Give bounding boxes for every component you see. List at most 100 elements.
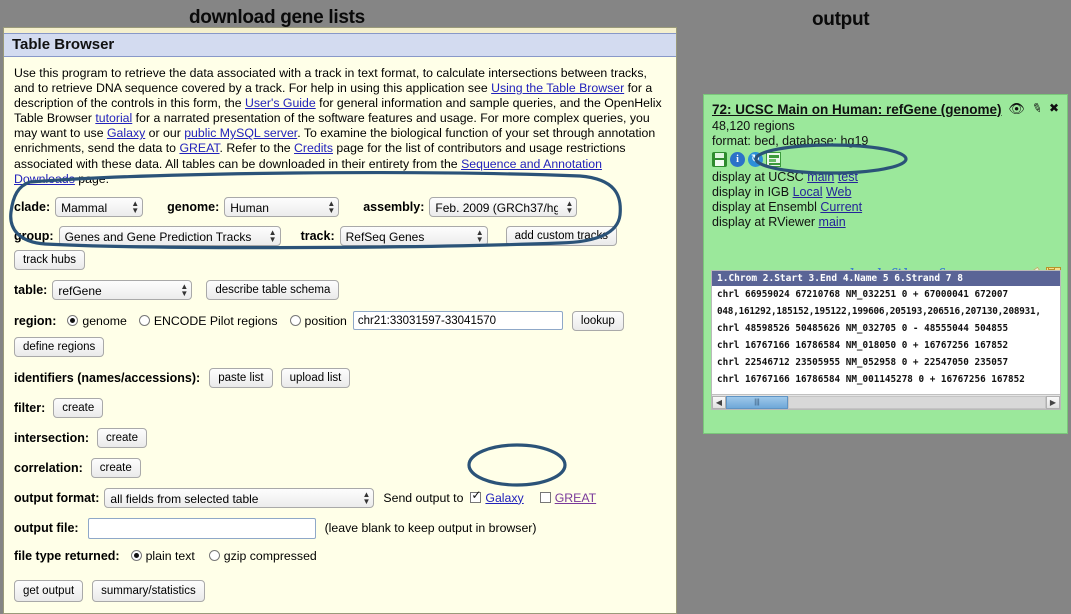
genome-select-wrap[interactable]: Human ▲▼ (224, 197, 339, 217)
table-select[interactable]: refGene (52, 280, 192, 300)
intersection-create-button[interactable]: create (97, 428, 147, 448)
track-select[interactable]: RefSeq Genes (340, 226, 488, 246)
paste-list-button[interactable]: paste list (209, 368, 272, 388)
visualize-icon[interactable] (766, 152, 781, 167)
info-icon[interactable]: i (730, 152, 745, 167)
ucsc-main-link[interactable]: main (807, 170, 834, 184)
describe-table-schema-button[interactable]: describe table schema (206, 280, 339, 300)
display-line: display at UCSC main test (712, 170, 1059, 185)
scroll-right-arrow-icon[interactable]: ▶ (1046, 396, 1060, 409)
intro-paragraph: Use this program to retrieve the data as… (14, 66, 666, 187)
dataset-peek-table: 1.Chrom 2.Start 3.End 4.Name 5 6.Strand … (711, 270, 1061, 410)
link-great[interactable]: GREAT (179, 141, 219, 155)
file-type-plain-label: plain text (146, 549, 195, 563)
upload-list-button[interactable]: upload list (281, 368, 351, 388)
dataset-action-icons: i ↻ (712, 151, 1059, 169)
scrollbar-thumb[interactable]: ||| (726, 396, 788, 409)
rviewer-main-link[interactable]: main (819, 215, 846, 229)
correlation-create-button[interactable]: create (91, 458, 141, 478)
igb-web-link[interactable]: Web (826, 185, 851, 199)
region-position-radio[interactable] (290, 315, 301, 326)
genome-label: genome: (167, 200, 219, 214)
scroll-left-arrow-icon[interactable]: ◀ (712, 396, 726, 409)
display-links: display at UCSC main test display in IGB… (712, 170, 1059, 231)
table-row: chrl 66959024 67210768 NM_032251 0 + 670… (712, 286, 1060, 303)
region-encode-radio[interactable] (139, 315, 150, 326)
eye-icon[interactable]: 👁 (1008, 102, 1025, 115)
define-regions-button[interactable]: define regions (14, 337, 104, 357)
dataset-meta: 48,120 regions format: bed, database: hg… (712, 119, 1059, 149)
send-to-galaxy-link[interactable]: Galaxy (485, 491, 523, 505)
assembly-select-wrap[interactable]: Feb. 2009 (GRCh37/hg19) ▲▼ (429, 197, 577, 217)
genome-select[interactable]: Human (224, 197, 339, 217)
region-position-label: position (305, 314, 347, 328)
regions-count: 48,120 regions (712, 119, 1059, 134)
summary-statistics-button[interactable]: summary/statistics (92, 580, 205, 602)
output-format-select-wrap[interactable]: all fields from selected table ▲▼ (104, 488, 374, 508)
filter-create-button[interactable]: create (53, 398, 103, 418)
pencil-icon[interactable]: ✎ (1030, 101, 1044, 117)
group-select[interactable]: Genes and Gene Prediction Tracks (59, 226, 281, 246)
position-input[interactable] (353, 311, 563, 330)
file-type-plain-radio[interactable] (131, 550, 142, 561)
track-hubs-button[interactable]: track hubs (14, 250, 85, 270)
dataset-title[interactable]: 72: UCSC Main on Human: refGene (genome) (712, 102, 1002, 118)
lookup-button[interactable]: lookup (572, 311, 624, 331)
file-type-gzip-radio[interactable] (209, 550, 220, 561)
dataset-action-icons-top: 👁 ✎ ✖ (1008, 102, 1059, 115)
link-using-the-table-browser[interactable]: Using the Table Browser (491, 81, 624, 95)
intro-text-5: or our (145, 126, 184, 140)
link-tutorial[interactable]: tutorial (95, 111, 132, 125)
delete-icon[interactable]: ✖ (1049, 102, 1059, 115)
clade-label: clade: (14, 200, 50, 214)
intersection-label: intersection: (14, 431, 89, 445)
assembly-select[interactable]: Feb. 2009 (GRCh37/hg19) (429, 197, 577, 217)
correlation-label: correlation: (14, 461, 83, 475)
link-users-guide[interactable]: User's Guide (245, 96, 316, 110)
region-encode-label: ENCODE Pilot regions (154, 314, 278, 328)
send-output-to-label: Send output to (383, 491, 463, 505)
file-type-gzip-label: gzip compressed (224, 549, 317, 563)
send-to-galaxy-checkbox[interactable] (470, 492, 481, 503)
ensembl-current-link[interactable]: Current (820, 200, 862, 214)
group-select-wrap[interactable]: Genes and Gene Prediction Tracks ▲▼ (59, 226, 281, 246)
format-database-line: format: bed, database: hg19 (712, 134, 1059, 149)
table-row: chrl 22546712 23505955 NM_052958 0 + 225… (712, 354, 1060, 371)
send-to-great-link[interactable]: GREAT (555, 491, 596, 505)
annotation-download-gene-lists: download gene lists (189, 7, 365, 29)
clade-select[interactable]: Mammal (55, 197, 143, 217)
region-genome-label: genome (82, 314, 126, 328)
igb-local-link[interactable]: Local (793, 185, 823, 199)
table-select-wrap[interactable]: refGene ▲▼ (52, 280, 192, 300)
assembly-label: assembly: (363, 200, 424, 214)
link-credits[interactable]: Credits (294, 141, 333, 155)
rerun-icon[interactable]: ↻ (748, 152, 763, 167)
clade-select-wrap[interactable]: Mammal ▲▼ (55, 197, 143, 217)
region-genome-radio[interactable] (67, 315, 78, 326)
scrollbar-track[interactable] (788, 396, 1046, 409)
output-file-input[interactable] (88, 518, 316, 539)
annotation-output: output (812, 9, 869, 31)
table-row: chrl 48598526 50485626 NM_032705 0 - 485… (712, 320, 1060, 337)
display-line: display in IGB Local Web (712, 185, 1059, 200)
page-title: Table Browser (4, 33, 676, 57)
link-galaxy[interactable]: Galaxy (107, 126, 145, 140)
add-custom-tracks-button[interactable]: add custom tracks (506, 226, 617, 246)
track-label: track: (301, 229, 335, 243)
identifiers-label: identifiers (names/accessions): (14, 371, 200, 385)
link-public-mysql-server[interactable]: public MySQL server (184, 126, 297, 140)
intro-text-7: . Refer to the (220, 141, 295, 155)
output-file-hint: (leave blank to keep output in browser) (325, 521, 537, 535)
ucsc-test-link[interactable]: test (838, 170, 858, 184)
save-icon[interactable] (712, 152, 727, 167)
table-label: table: (14, 283, 47, 297)
display-line: display at RViewer main (712, 215, 1059, 230)
peek-table-horizontal-scrollbar[interactable]: ◀ ||| ▶ (712, 394, 1060, 409)
peek-table-header: 1.Chrom 2.Start 3.End 4.Name 5 6.Strand … (712, 271, 1060, 286)
send-to-great-checkbox[interactable] (540, 492, 551, 503)
output-file-label: output file: (14, 521, 79, 535)
track-select-wrap[interactable]: RefSeq Genes ▲▼ (340, 226, 488, 246)
output-format-select[interactable]: all fields from selected table (104, 488, 374, 508)
intro-text-9: page. (75, 172, 109, 186)
get-output-button[interactable]: get output (14, 580, 83, 602)
